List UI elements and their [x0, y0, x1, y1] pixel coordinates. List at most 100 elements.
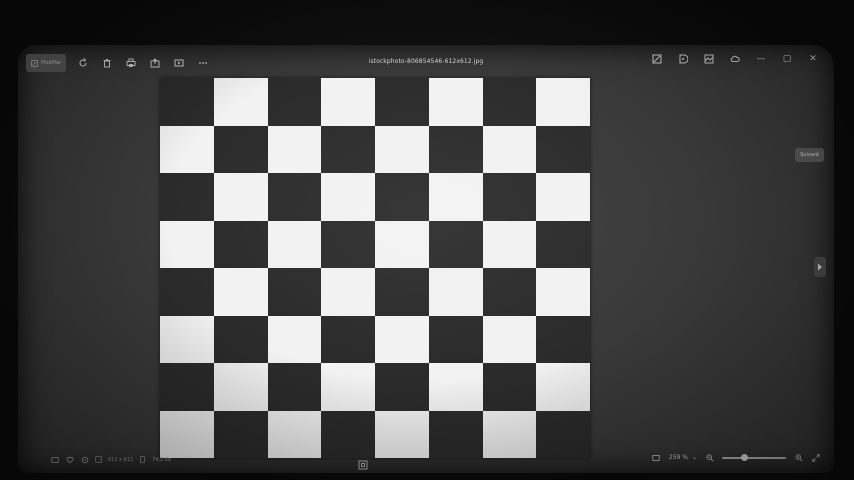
board-square — [428, 315, 483, 363]
favorite-button[interactable] — [65, 455, 74, 464]
file-info-button[interactable] — [50, 455, 59, 464]
maximize-button[interactable]: ▢ — [780, 52, 794, 66]
board-square — [160, 78, 214, 126]
board-square — [321, 125, 375, 173]
actual-size-button[interactable] — [652, 453, 661, 462]
zoom-out-icon — [705, 453, 713, 461]
board-square — [160, 125, 214, 173]
properties-button[interactable] — [80, 455, 89, 464]
file-size-icon — [140, 456, 146, 463]
fullscreen-button[interactable] — [811, 453, 820, 462]
cloud-icon — [730, 55, 740, 62]
board-square — [482, 220, 537, 268]
close-button[interactable]: ✕ — [806, 52, 820, 66]
board-square — [428, 220, 483, 268]
board-square — [536, 173, 590, 221]
board-square — [482, 125, 537, 173]
board-square — [482, 363, 537, 411]
image-size-icon — [95, 456, 102, 463]
board-square — [160, 268, 214, 316]
board-square — [428, 268, 483, 316]
zoom-out-button[interactable] — [705, 453, 714, 462]
board-square — [213, 78, 268, 126]
zoom-slider[interactable] — [722, 453, 786, 462]
board-square — [536, 125, 590, 173]
board-square — [482, 173, 537, 221]
board-square — [267, 173, 322, 221]
board-square — [375, 220, 429, 268]
board-square — [375, 173, 429, 221]
board-square — [482, 78, 537, 126]
board-square — [428, 363, 483, 411]
fit-to-window-button[interactable] — [358, 455, 368, 470]
actual-size-icon — [652, 454, 661, 461]
board-square — [160, 315, 214, 363]
crop-icon — [652, 54, 662, 64]
board-square — [160, 173, 214, 221]
displayed-image[interactable] — [160, 78, 590, 458]
status-bar: 612 x 612 74,2 Ko 259 % ⌄ — [18, 447, 834, 473]
board-square — [321, 173, 375, 221]
board-square — [482, 315, 537, 363]
cloud-button[interactable] — [728, 52, 742, 66]
board-square — [267, 315, 322, 363]
heart-icon — [65, 456, 74, 463]
board-square — [160, 363, 214, 411]
image-dimensions: 612 x 612 — [108, 456, 134, 463]
status-right-group: 259 % ⌄ — [652, 453, 820, 462]
board-square — [267, 125, 322, 173]
board-square — [321, 220, 375, 268]
zoom-slider-thumb[interactable] — [740, 453, 748, 461]
zoom-value: 259 % — [668, 454, 688, 461]
board-square — [375, 268, 429, 316]
chevron-down-icon: ⌄ — [691, 454, 697, 461]
board-square — [375, 315, 429, 363]
board-square — [375, 78, 429, 126]
board-square — [213, 220, 268, 268]
gallery-icon — [704, 54, 714, 64]
info-icon — [50, 456, 59, 463]
board-square — [213, 125, 268, 173]
board-square — [267, 78, 322, 126]
board-square — [213, 315, 268, 363]
next-button[interactable]: Suivant — [795, 148, 824, 162]
properties-icon — [81, 456, 88, 463]
board-square — [482, 268, 537, 316]
chevron-right-icon — [818, 263, 822, 271]
crop-button[interactable] — [650, 52, 664, 66]
board-square — [213, 268, 268, 316]
board-square — [428, 125, 483, 173]
board-square — [375, 363, 429, 411]
board-square — [213, 363, 268, 411]
board-square — [375, 125, 429, 173]
board-square — [321, 363, 375, 411]
expand-icon — [811, 453, 820, 462]
board-square — [321, 78, 375, 126]
toolbar-right-group: — ▢ ✕ — [650, 52, 820, 66]
file-size: 74,2 Ko — [152, 456, 172, 463]
board-square — [536, 268, 590, 316]
fit-to-window-icon — [358, 460, 368, 470]
zoom-in-button[interactable] — [794, 453, 803, 462]
board-square — [536, 220, 590, 268]
next-arrow-button[interactable] — [814, 257, 826, 277]
board-square — [267, 363, 322, 411]
board-square — [267, 268, 322, 316]
edit-image-button[interactable] — [676, 52, 690, 66]
status-left-group: 612 x 612 74,2 Ko — [50, 455, 171, 464]
top-toolbar: Modifier istockphoto-806854546-612x612.j… — [18, 45, 834, 81]
minimize-button[interactable]: — — [754, 52, 768, 66]
board-square — [536, 363, 590, 411]
board-square — [536, 315, 590, 363]
photo-viewer-window: Modifier istockphoto-806854546-612x612.j… — [18, 45, 834, 473]
next-label: Suivant — [800, 152, 819, 158]
checkerboard-image — [160, 78, 590, 458]
board-square — [321, 315, 375, 363]
gallery-button[interactable] — [702, 52, 716, 66]
board-square — [267, 220, 322, 268]
zoom-dropdown[interactable]: 259 % ⌄ — [669, 454, 697, 461]
board-square — [213, 173, 268, 221]
board-square — [536, 78, 590, 126]
zoom-in-icon — [794, 453, 802, 461]
board-square — [160, 220, 214, 268]
